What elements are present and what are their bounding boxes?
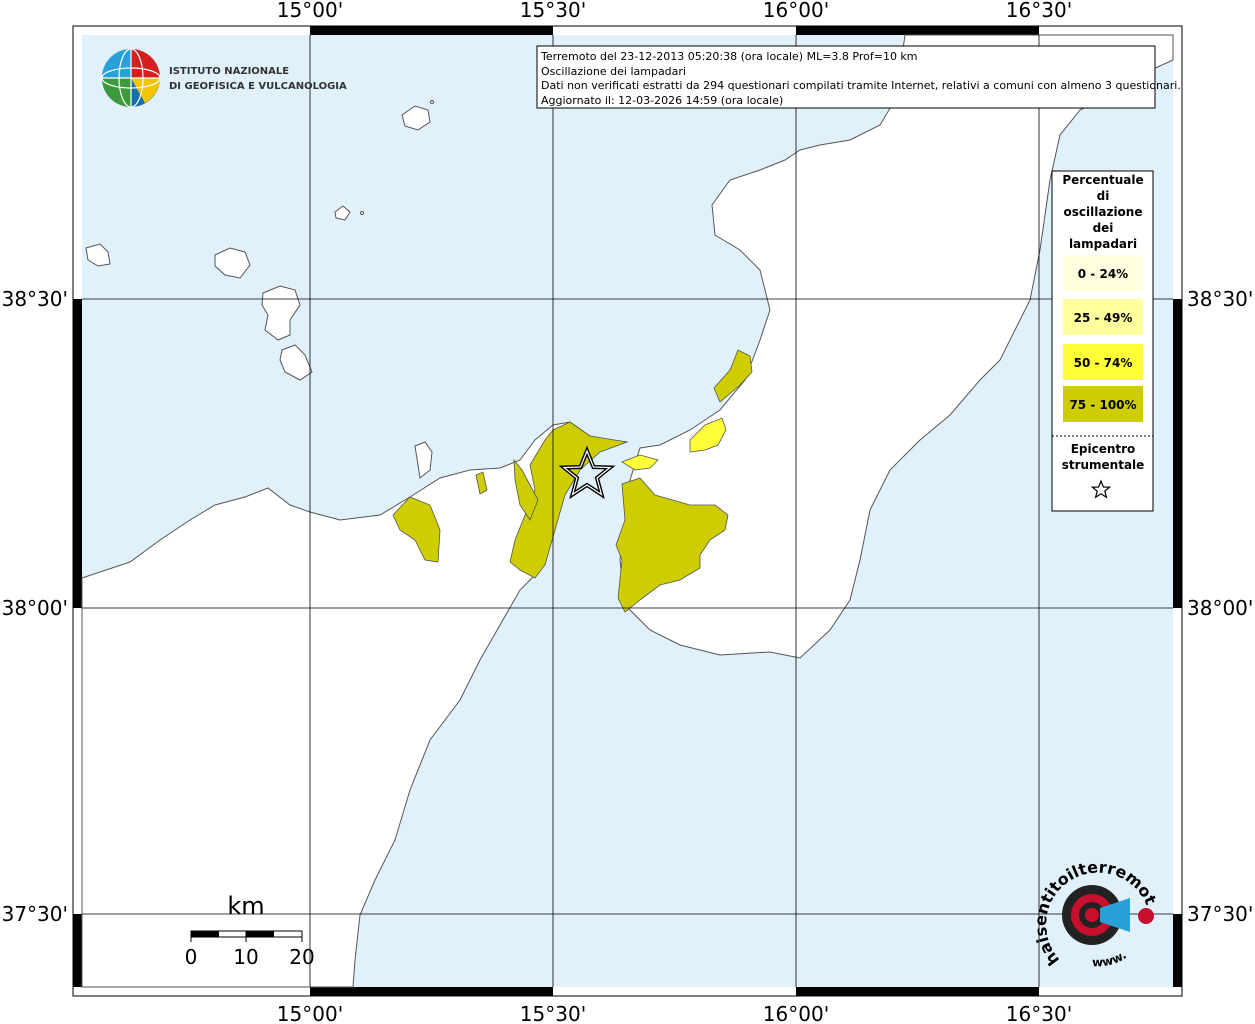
info-quake: Terremoto del 23-12-2013 05:20:38 (ora l… <box>540 50 918 63</box>
legend-title-4: dei <box>1093 221 1114 235</box>
legend-label-4: 75 - 100% <box>1069 398 1136 412</box>
map-area <box>81 34 1174 988</box>
lon-ticks-top: 15°00' 15°30' 16°00' 16°30' <box>277 0 1072 22</box>
legend-epicenter-1: Epicentro <box>1071 442 1136 456</box>
lon-tick-bottom-1: 15°00' <box>277 1002 343 1024</box>
info-updated: Aggiornato il: 12-03-2026 14:59 (ora loc… <box>541 94 783 107</box>
institute-name-line2: DI GEOFISICA E VULCANOLOGIA <box>169 81 347 92</box>
globe-icon <box>101 48 161 108</box>
legend-title-2: di <box>1097 189 1110 203</box>
lon-tick-top-4: 16°30' <box>1006 0 1072 22</box>
lon-tick-bottom-3: 16°00' <box>763 1002 829 1024</box>
info-subject: Oscillazione dei lampadari <box>541 65 686 78</box>
lat-tick-left-3: 37°30' <box>2 902 68 926</box>
lat-tick-left-1: 38°30' <box>2 287 68 311</box>
intensity-map: 15°00' 15°30' 16°00' 16°30' 15°00' 15°30… <box>0 0 1253 1024</box>
legend-label-3: 50 - 74% <box>1074 356 1133 370</box>
institute-name-line1: ISTITUTO NAZIONALE <box>169 66 289 77</box>
lat-ticks-right: 38°30' 38°00' 37°30' <box>1187 287 1253 926</box>
lon-tick-top-3: 16°00' <box>763 0 829 22</box>
legend: Percentuale di oscillazione dei lampadar… <box>1051 170 1154 512</box>
legend-title-1: Percentuale <box>1062 173 1143 187</box>
lon-tick-bottom-2: 15°30' <box>520 1002 586 1024</box>
legend-epicenter-2: strumentale <box>1062 458 1145 472</box>
legend-label-1: 0 - 24% <box>1078 267 1128 281</box>
scale-label-20: 20 <box>289 945 314 969</box>
info-box: Terremoto del 23-12-2013 05:20:38 (ora l… <box>536 45 1181 109</box>
lon-tick-top-1: 15°00' <box>277 0 343 22</box>
lat-ticks-left: 38°30' 38°00' 37°30' <box>2 287 68 926</box>
scale-unit: km <box>227 892 264 920</box>
lon-ticks-bottom: 15°00' 15°30' 16°00' 16°30' <box>277 1002 1072 1024</box>
legend-title-5: lampadari <box>1069 237 1137 251</box>
legend-label-2: 25 - 49% <box>1074 311 1133 325</box>
lat-tick-left-2: 38°00' <box>2 596 68 620</box>
lon-tick-bottom-4: 16°30' <box>1006 1002 1072 1024</box>
info-source: Dati non verificati estratti da 294 ques… <box>541 79 1181 92</box>
lat-tick-right-2: 38°00' <box>1187 596 1253 620</box>
scale-label-0: 0 <box>185 945 198 969</box>
scale-label-10: 10 <box>233 945 258 969</box>
legend-title-3: oscillazione <box>1064 205 1143 219</box>
lon-tick-top-2: 15°30' <box>520 0 586 22</box>
lat-tick-right-3: 37°30' <box>1187 902 1253 926</box>
lat-tick-right-1: 38°30' <box>1187 287 1253 311</box>
